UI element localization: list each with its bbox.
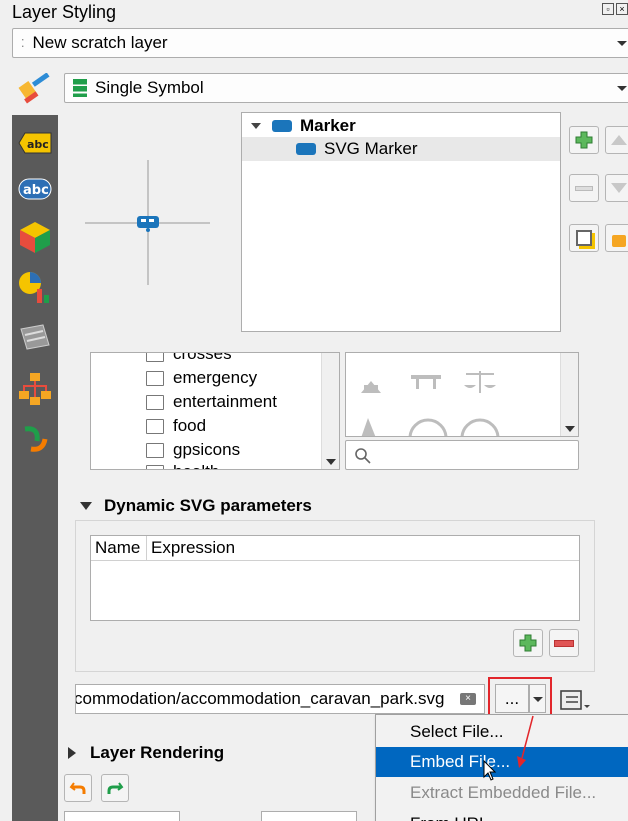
folder-icon (146, 418, 164, 434)
scroll-down-icon[interactable] (326, 459, 336, 465)
single-symbol-icon (73, 79, 87, 97)
fire-ring-2-svg-icon (460, 418, 500, 436)
expand-icon[interactable] (251, 123, 261, 129)
bench-svg-icon (411, 375, 441, 379)
mouse-cursor-icon (483, 760, 497, 781)
remove-parameter-button[interactable] (549, 629, 579, 657)
clear-icon[interactable]: × (460, 693, 476, 705)
svg-group-list[interactable]: crosses emergency entertainment food gps… (90, 352, 340, 470)
minus-icon (575, 185, 593, 191)
caravan-icon (137, 216, 159, 232)
minus-icon (554, 639, 574, 647)
svg-text:abc: abc (23, 183, 49, 198)
group-list-scrollbar[interactable] (321, 353, 339, 469)
redo-button[interactable] (101, 774, 129, 802)
data-defined-override-button[interactable] (557, 688, 593, 712)
title-buttons: ▫ × (602, 3, 628, 15)
svg-path-value: commodation/accommodation_caravan_park.s… (75, 689, 445, 708)
collapse-icon (80, 502, 92, 510)
folder-icon (146, 353, 164, 362)
svg-search-input[interactable] (345, 440, 579, 470)
group-item[interactable]: entertainment (146, 391, 277, 413)
arrow-down-icon (611, 183, 627, 193)
chevron-down-icon (617, 41, 627, 46)
blend-mode-select[interactable] (261, 811, 357, 821)
folder-icon (146, 442, 164, 458)
plus-icon (575, 131, 593, 149)
layer-rendering-header[interactable]: Layer Rendering (68, 743, 224, 763)
layer-select[interactable]: ⁚ New scratch layer (12, 28, 628, 58)
masks-icon[interactable] (17, 319, 53, 355)
group-item[interactable]: crosses (146, 353, 232, 365)
caravan-icon (296, 143, 316, 155)
tree-item-label: Marker (300, 116, 356, 135)
panel-scrollbar[interactable] (619, 345, 628, 715)
add-parameter-button[interactable] (513, 629, 543, 657)
plus-icon (519, 634, 537, 652)
scratch-layer-icon: ⁚ (21, 37, 25, 50)
menu-item-extract-embedded-file: Extract Embedded File... (410, 783, 597, 802)
dynamic-svg-table[interactable]: Name Expression (90, 535, 580, 621)
arrow-up-icon (611, 135, 627, 145)
expand-icon (68, 747, 76, 759)
group-item[interactable]: gpsicons (146, 439, 240, 461)
menu-item-from-url[interactable]: From URL (376, 809, 628, 821)
column-header-name[interactable]: Name (91, 536, 147, 561)
labels-icon[interactable]: abc (17, 125, 53, 161)
folder-icon (146, 464, 164, 469)
rule-labels-icon[interactable]: abc (17, 171, 53, 207)
column-header-expression[interactable]: Expression (147, 536, 579, 561)
dynamic-svg-header[interactable]: Dynamic SVG parameters (80, 496, 312, 516)
close-icon[interactable]: × (616, 3, 628, 15)
data-defined-icon (560, 690, 590, 710)
folder-icon (146, 394, 164, 410)
diagrams-icon[interactable] (17, 269, 53, 305)
move-down-button[interactable] (605, 174, 628, 202)
fields-icon[interactable] (17, 371, 53, 407)
scales-svg-icon (464, 371, 496, 393)
redo-icon (107, 782, 124, 794)
undo-icon (69, 782, 86, 794)
svg-path-input[interactable]: commodation/accommodation_caravan_park.s… (75, 684, 485, 714)
group-item[interactable]: emergency (146, 367, 257, 389)
move-up-button[interactable] (605, 126, 628, 154)
tree-item-label: SVG Marker (324, 139, 418, 158)
scroll-down-icon[interactable] (565, 426, 575, 432)
float-icon[interactable]: ▫ (602, 3, 614, 15)
svg-text:abc: abc (27, 138, 49, 151)
symbol-layer-tree[interactable]: Marker SVG Marker (241, 112, 561, 332)
folder-icon (146, 370, 164, 386)
tree-item-svg-marker[interactable]: SVG Marker (242, 137, 560, 161)
caravan-icon (272, 120, 292, 132)
opacity-input[interactable] (64, 811, 180, 821)
3d-view-icon[interactable] (17, 219, 53, 255)
layer-select-value: New scratch layer (32, 33, 168, 52)
fire-ring-svg-icon (408, 418, 448, 436)
group-item[interactable]: food (146, 415, 206, 437)
renderer-select-value: Single Symbol (95, 78, 204, 97)
search-icon (355, 448, 371, 464)
add-layer-button[interactable] (569, 126, 599, 154)
lock-icon (612, 235, 626, 247)
history-icon[interactable] (17, 421, 53, 457)
fire-svg-icon (361, 418, 376, 436)
svg-grid-scrollbar[interactable] (560, 353, 578, 436)
renderer-select[interactable]: Single Symbol (64, 73, 628, 103)
lock-layer-button[interactable] (605, 224, 628, 252)
style-sidebar: abc abc (12, 115, 58, 821)
remove-layer-button[interactable] (569, 174, 599, 202)
duplicate-layer-button[interactable] (569, 224, 599, 252)
panel-title: Layer Styling (12, 2, 117, 22)
paintbrush-icon (18, 72, 58, 105)
svg-symbol-grid[interactable] (345, 352, 579, 437)
duplicate-icon (576, 230, 592, 246)
tree-item-marker[interactable]: Marker (242, 114, 356, 138)
undo-button[interactable] (64, 774, 92, 802)
chevron-down-icon (617, 86, 627, 91)
group-item[interactable]: health (146, 461, 219, 469)
symbol-preview (70, 145, 230, 295)
annotation-arrow (517, 715, 534, 768)
